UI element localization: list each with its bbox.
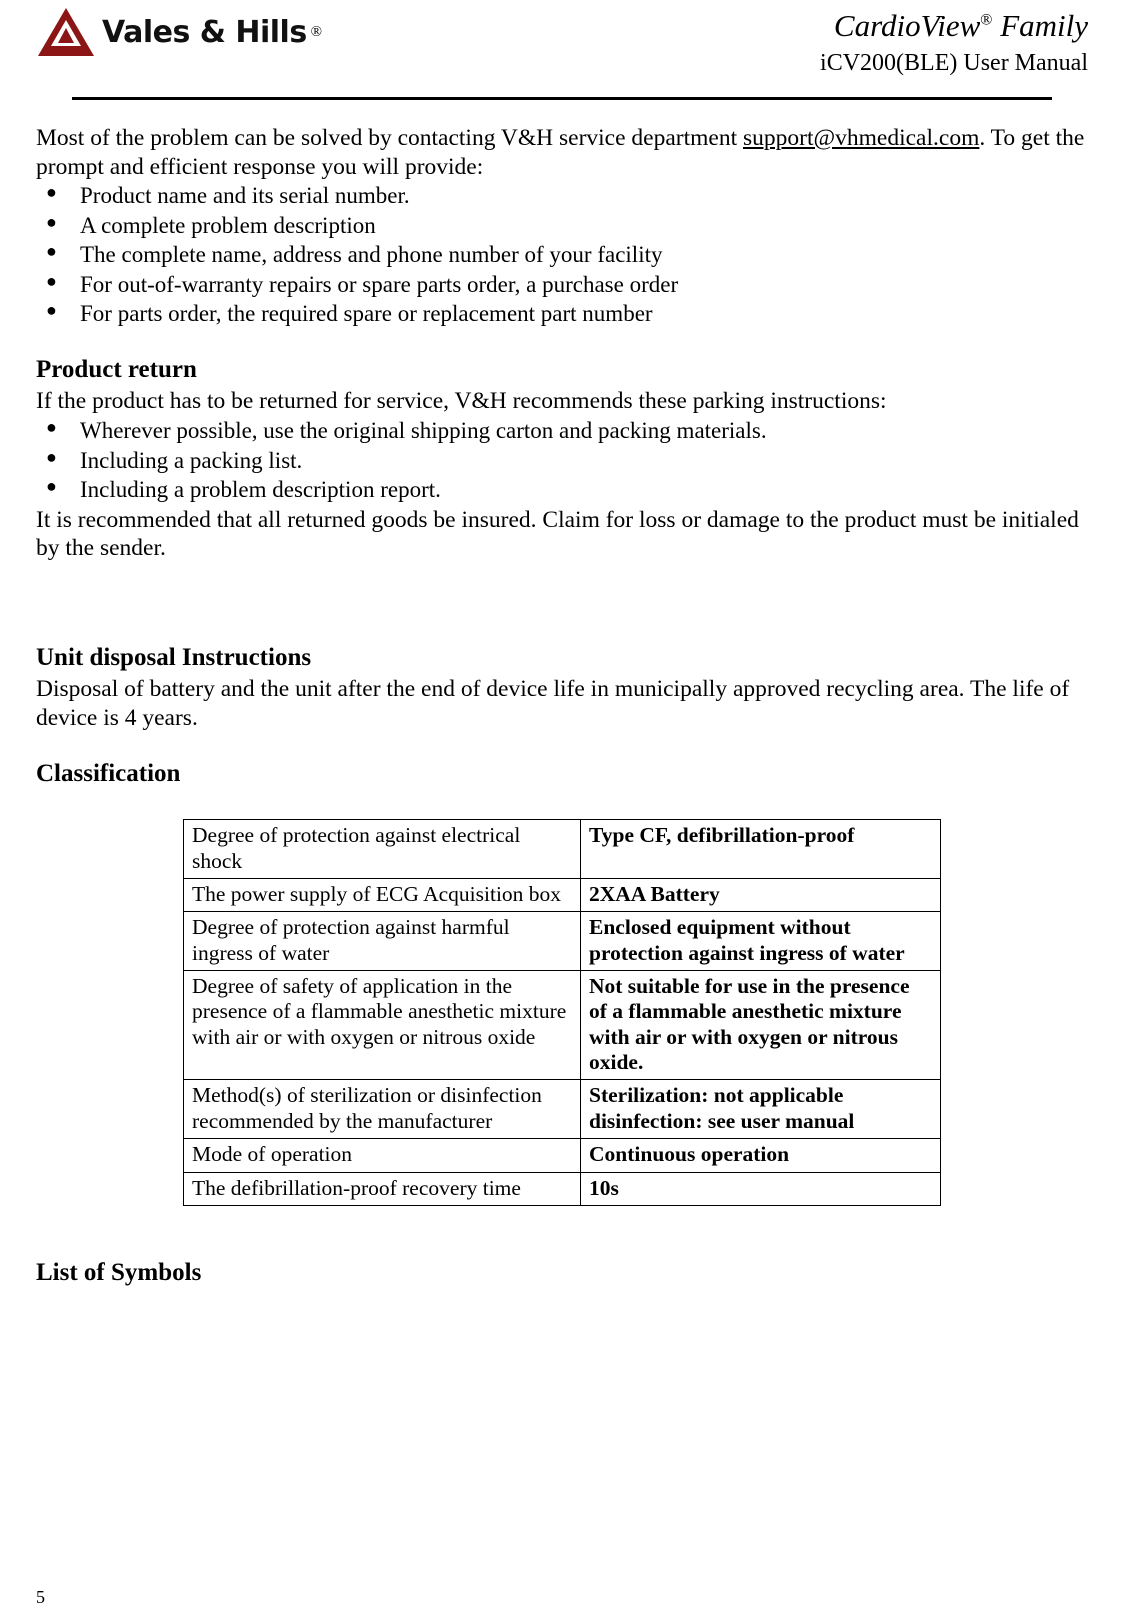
- vales-hills-mountain-icon: [36, 6, 96, 58]
- manual-subtitle: iCV200(BLE) User Manual: [820, 50, 1088, 76]
- product-family-title-mid: View: [920, 8, 981, 43]
- table-cell-label: The power supply of ECG Acquisition box: [183, 877, 581, 913]
- table-row: Degree of protection against harmful ing…: [183, 911, 941, 972]
- section-heading-product-return: Product return: [36, 355, 197, 383]
- table-row: The power supply of ECG Acquisition box …: [183, 877, 941, 913]
- list-item: For out-of-warranty repairs or spare par…: [36, 270, 1088, 300]
- table-cell-label: Degree of protection against harmful ing…: [183, 911, 581, 972]
- product-return-intro: If the product has to be returned for se…: [36, 388, 887, 415]
- table-cell-value: 2XAA Battery: [580, 877, 941, 913]
- table-cell-value: Sterilization: not applicable disinfecti…: [580, 1079, 941, 1140]
- table-cell-value: 10s: [580, 1171, 941, 1206]
- list-item: Including a packing list.: [36, 446, 1088, 476]
- section-heading-classification: Classification: [36, 759, 181, 787]
- document-title-block: CardioView® Family iCV200(BLE) User Manu…: [820, 8, 1088, 77]
- product-family-title-pre: Cardio: [833, 8, 921, 43]
- table-cell-label: Degree of safety of application in the p…: [183, 970, 581, 1081]
- table-row: Degree of safety of application in the p…: [183, 970, 941, 1081]
- product-family-title: CardioView® Family: [820, 8, 1088, 44]
- section-heading-unit-disposal: Unit disposal Instructions: [36, 643, 312, 671]
- table-cell-value: Type CF, defibrillation-proof: [580, 819, 941, 879]
- product-family-title-post: Family: [992, 8, 1088, 43]
- product-family-title-sup: ®: [980, 11, 993, 29]
- table-cell-value: Enclosed equipment without protection ag…: [580, 911, 941, 972]
- table-row: The defibrillation-proof recovery time 1…: [183, 1171, 941, 1206]
- table-cell-value: Continuous operation: [580, 1138, 941, 1173]
- registered-mark: ®: [310, 23, 323, 40]
- header-divider: [72, 97, 1052, 100]
- table-row: Method(s) of sterilization or disinfecti…: [183, 1079, 941, 1140]
- table-row: Degree of protection against electrical …: [183, 819, 941, 879]
- product-return-note: It is recommended that all returned good…: [36, 506, 1079, 562]
- manual-page: Vales & Hills ® CardioView® Family iCV20…: [0, 0, 1124, 1622]
- intro-bullet-list: Product name and its serial number. A co…: [36, 181, 1088, 329]
- table-cell-label: Mode of operation: [183, 1138, 581, 1173]
- table-cell-label: Method(s) of sterilization or disinfecti…: [183, 1079, 581, 1140]
- list-item: For parts order, the required spare or r…: [36, 299, 1088, 329]
- page-content: Most of the problem can be solved by con…: [36, 92, 1088, 1288]
- list-item: Including a problem description report.: [36, 475, 1088, 505]
- table-cell-label: The defibrillation-proof recovery time: [183, 1171, 581, 1206]
- support-email-link[interactable]: support@vhmedical.com: [743, 125, 979, 151]
- unit-disposal-text: Disposal of battery and the unit after t…: [36, 676, 1070, 732]
- list-item: A complete problem description: [36, 211, 1088, 241]
- classification-table: Degree of protection against electrical …: [183, 819, 941, 1206]
- table-cell-label: Degree of protection against electrical …: [183, 819, 581, 879]
- list-item: Product name and its serial number.: [36, 181, 1088, 211]
- company-name: Vales & Hills: [102, 14, 307, 50]
- section-heading-list-of-symbols: List of Symbols: [36, 1258, 202, 1286]
- intro-paragraph: Most of the problem can be solved by con…: [36, 124, 1088, 181]
- product-return-bullet-list: Wherever possible, use the original ship…: [36, 416, 1088, 505]
- company-logo: Vales & Hills ®: [36, 6, 322, 58]
- page-header: Vales & Hills ® CardioView® Family iCV20…: [36, 0, 1088, 100]
- table-row: Mode of operation Continuous operation: [183, 1138, 941, 1173]
- table-cell-value: Not suitable for use in the presence of …: [580, 970, 941, 1081]
- list-item: The complete name, address and phone num…: [36, 240, 1088, 270]
- list-item: Wherever possible, use the original ship…: [36, 416, 1088, 446]
- intro-text-before-link: Most of the problem can be solved by con…: [36, 125, 743, 151]
- page-number: 5: [36, 1587, 45, 1607]
